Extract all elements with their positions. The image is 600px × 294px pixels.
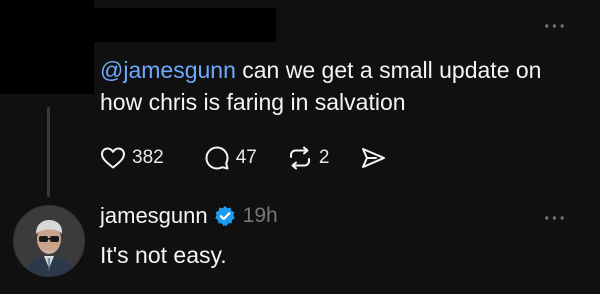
redacted-avatar <box>0 0 94 94</box>
reply-header: jamesgunn 19h <box>100 202 278 230</box>
post-actions: 382 47 2 <box>100 143 387 173</box>
repost-count: 2 <box>318 147 330 168</box>
reply-more-icon[interactable]: ··· <box>544 209 567 229</box>
repost-icon <box>287 145 313 171</box>
post-text: @jamesgunn can we get a small update on … <box>100 54 590 118</box>
comment-count: 47 <box>235 147 257 168</box>
share-icon <box>359 145 387 171</box>
avatar[interactable] <box>13 205 85 277</box>
repost-button[interactable]: 2 <box>287 145 330 171</box>
mention-link[interactable]: @jamesgunn <box>100 57 236 83</box>
comment-button[interactable]: 47 <box>204 145 257 171</box>
comment-icon <box>204 145 230 171</box>
avatar-portrait-icon <box>14 206 84 276</box>
reply-username[interactable]: jamesgunn <box>100 203 208 229</box>
post-more-icon[interactable]: ··· <box>544 17 567 37</box>
redacted-username <box>94 8 276 42</box>
heart-icon <box>100 146 126 170</box>
like-count: 382 <box>132 147 164 168</box>
verified-badge-icon <box>214 205 236 227</box>
like-button[interactable]: 382 <box>100 146 164 170</box>
reply-text: It's not easy. <box>100 242 227 268</box>
thread-connector <box>47 107 50 197</box>
reply-timestamp: 19h <box>242 204 278 227</box>
share-button[interactable] <box>359 145 387 171</box>
